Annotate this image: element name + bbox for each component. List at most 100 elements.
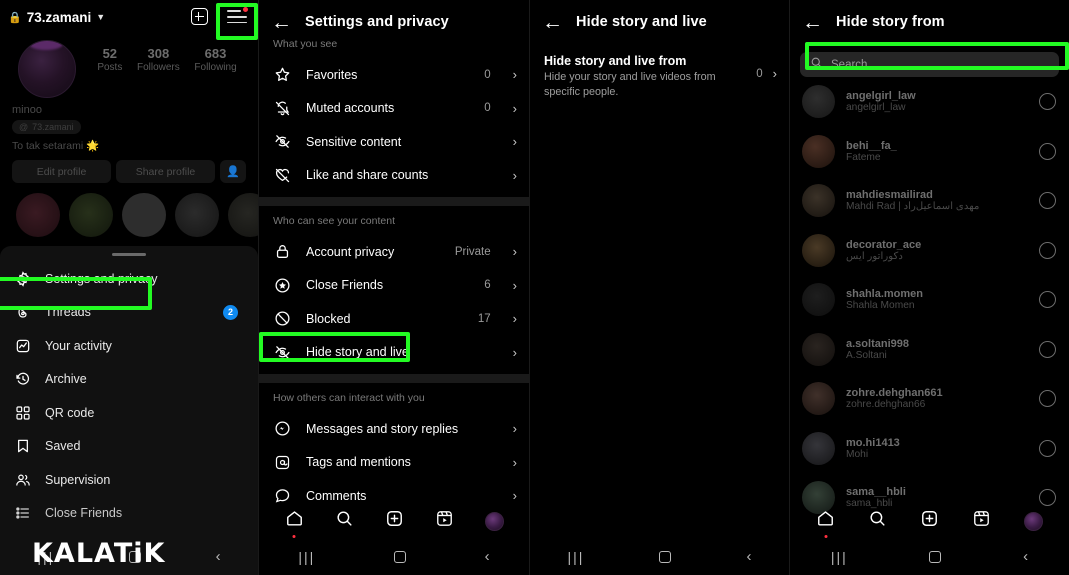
story-highlight[interactable] [228,193,258,237]
settings-row-messages-and-story-replies[interactable]: Messages and story replies › [259,412,529,446]
hide-story-and-live-from-row[interactable]: Hide story and live from Hide your story… [530,44,789,99]
settings-row-blocked[interactable]: Blocked 17 › [259,302,529,336]
home-square-icon[interactable] [929,550,942,563]
recents-icon[interactable]: ||| [831,549,848,565]
user-fullname: Mahdi Rad | مهدی اسماعیل‌راد [846,201,980,213]
system-navigation-bar: ||| ‹ [259,538,529,575]
radio-unselected-icon[interactable] [1039,241,1056,259]
create-plus-icon[interactable] [920,509,939,533]
heart-off-icon [273,166,292,185]
reels-icon[interactable] [972,509,991,533]
sidebar-item-your-activity[interactable]: Your activity [0,329,258,363]
search-icon[interactable] [868,509,887,533]
edit-profile-button[interactable]: Edit profile [12,160,111,183]
activity-icon [14,337,32,355]
home-icon[interactable] [285,509,304,538]
back-chevron-icon[interactable]: ‹ [1023,548,1028,565]
hide-story-from-header: ← Hide story from [790,0,1069,44]
screenshot-stage: 🔒 73.zamani ▼ 52 Posts 308 Followers 683… [0,0,1069,575]
story-highlight[interactable] [122,193,166,237]
stat-following[interactable]: 683 Following [194,46,236,73]
sidebar-item-archive[interactable]: Archive [0,363,258,397]
list-item[interactable]: mo.hi1413 Mohi [790,424,1069,474]
search-icon[interactable] [335,509,354,533]
hide-story-subtitle: Hide your story and live videos from spe… [544,71,716,98]
radio-unselected-icon[interactable] [1039,142,1056,160]
settings-row-close-friends[interactable]: Close Friends 6 › [259,269,529,303]
list-item[interactable]: decorator_ace دکوراتور ایس [790,226,1069,276]
create-plus-icon[interactable] [385,509,404,533]
profile-avatar-icon[interactable] [1023,511,1043,531]
eye-off-icon [273,343,292,362]
sidebar-item-close-friends[interactable]: Close Friends [0,497,258,531]
reels-icon[interactable] [435,509,454,533]
story-highlight[interactable] [16,193,60,237]
chevron-right-icon: › [512,344,517,360]
back-chevron-icon[interactable]: ‹ [216,548,221,565]
hamburger-menu-button[interactable] [226,6,248,28]
profile-stats: 52 Posts 308 Followers 683 Following [76,40,246,73]
sidebar-item-supervision[interactable]: Supervision [0,463,258,497]
back-arrow-icon[interactable]: ← [542,12,563,33]
radio-unselected-icon[interactable] [1039,192,1056,210]
share-profile-button[interactable]: Share profile [116,160,215,183]
radio-unselected-icon[interactable] [1039,390,1056,408]
add-person-icon: 👤 [226,166,240,178]
settings-row-hide-story-and-live[interactable]: Hide story and live › [259,336,529,370]
sidebar-item-settings-and-privacy[interactable]: Settings and privacy [0,262,258,296]
list-item[interactable]: zohre.dehghan661 zohre.dehghan66 [790,374,1069,424]
recents-icon[interactable]: ||| [298,549,315,565]
stat-followers[interactable]: 308 Followers [137,46,180,73]
chevron-right-icon: › [772,66,777,81]
settings-row-muted-accounts[interactable]: Muted accounts 0 › [259,92,529,126]
settings-row-account-privacy[interactable]: Account privacy Private › [259,235,529,269]
radio-unselected-icon[interactable] [1039,340,1056,358]
stat-posts[interactable]: 52 Posts [97,46,122,73]
home-square-icon[interactable] [393,550,406,563]
profile-meta: minoo @ 73.zamani To tak setarami 🌟 [12,98,246,152]
settings-row-sensitive-content[interactable]: Sensitive content › [259,125,529,159]
radio-unselected-icon[interactable] [1039,93,1056,111]
avatar[interactable] [18,40,76,98]
settings-row-label: Tags and mentions [306,455,411,470]
story-highlights-row [12,183,258,237]
sheet-drag-handle[interactable] [112,253,146,256]
settings-row-favorites[interactable]: Favorites 0 › [259,58,529,92]
search-input[interactable]: Search [800,52,1059,77]
radio-unselected-icon[interactable] [1039,439,1056,457]
profile-avatar-icon[interactable] [484,511,504,531]
back-chevron-icon[interactable]: ‹ [485,548,490,565]
user-list: angelgirl_law angelgirl_law behi__fa_ Fa… [790,77,1069,523]
profile-username-switcher[interactable]: 🔒 73.zamani ▼ [8,10,105,25]
back-chevron-icon[interactable]: ‹ [746,548,751,565]
radio-unselected-icon[interactable] [1039,291,1056,309]
at-icon [273,453,292,472]
list-item[interactable]: a.soltani998 A.Soltani [790,325,1069,375]
sidebar-item-saved[interactable]: Saved [0,430,258,464]
story-highlight[interactable] [175,193,219,237]
list-item[interactable]: angelgirl_law angelgirl_law [790,77,1069,127]
home-square-icon[interactable] [659,550,672,563]
back-arrow-icon[interactable]: ← [802,12,823,33]
recents-icon[interactable]: ||| [568,549,585,565]
add-content-button[interactable] [188,6,210,28]
threads-badge[interactable]: @ 73.zamani [12,120,81,134]
list-item[interactable]: shahla.momen Shahla Momen [790,275,1069,325]
settings-row-like-and-share-counts[interactable]: Like and share counts › [259,159,529,193]
hide-story-count: 0 [756,67,763,80]
hide-story-row-right: 0 › [756,54,777,81]
panel-settings-and-privacy: ← Settings and privacy What you see Favo… [259,0,529,575]
settings-row-label: Muted accounts [306,101,395,116]
avatar [802,134,835,168]
list-item[interactable]: mahdiesmailirad Mahdi Rad | مهدی اسماعیل… [790,176,1069,226]
home-icon[interactable] [816,509,835,538]
user-fullname: angelgirl_law [846,102,906,114]
chevron-right-icon: › [512,421,517,437]
settings-row-tags-and-mentions[interactable]: Tags and mentions › [259,446,529,480]
sidebar-item-threads[interactable]: Threads 2 [0,296,258,330]
sidebar-item-qr-code[interactable]: QR code [0,396,258,430]
discover-people-button[interactable]: 👤 [220,160,246,183]
back-arrow-icon[interactable]: ← [271,12,292,33]
list-item[interactable]: behi__fa_ Fateme [790,127,1069,177]
story-highlight[interactable] [69,193,113,237]
